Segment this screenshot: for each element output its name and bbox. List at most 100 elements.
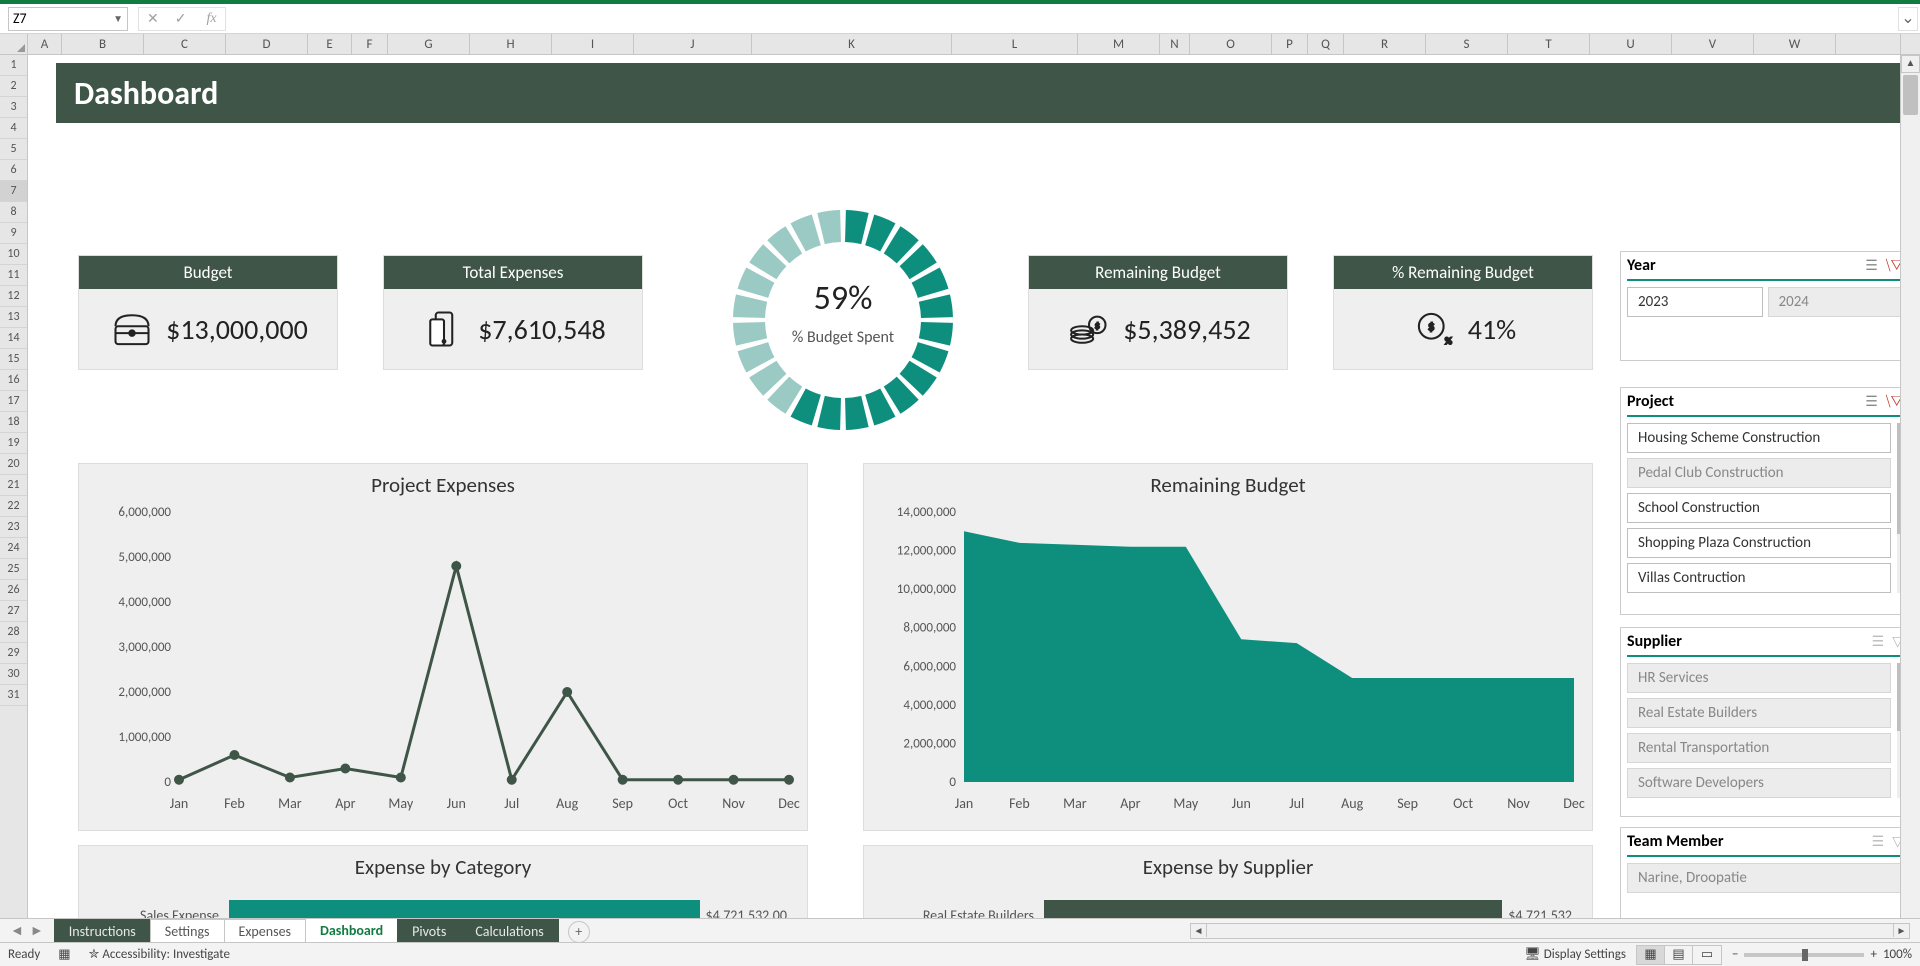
slicer-supplier[interactable]: Supplier ☰▽ HR Services Real Estate Buil… bbox=[1620, 627, 1900, 817]
row-header-27[interactable]: 27 bbox=[0, 601, 27, 622]
scroll-up-icon[interactable]: ▲ bbox=[1901, 55, 1920, 73]
formula-input[interactable] bbox=[226, 7, 1898, 31]
name-box[interactable]: Z7 ▼ bbox=[8, 7, 128, 31]
col-header-U[interactable]: U bbox=[1590, 34, 1672, 54]
macro-record-icon[interactable]: ▦ bbox=[58, 947, 70, 962]
slicer-project-item[interactable]: Pedal Club Construction bbox=[1627, 458, 1891, 488]
add-sheet-button[interactable]: + bbox=[568, 921, 590, 943]
sheet-tab-settings[interactable]: Settings bbox=[150, 919, 225, 943]
chart-project-expenses[interactable]: Project Expenses 01,000,0002,000,0003,00… bbox=[78, 463, 808, 831]
slicer-project[interactable]: Project ☰⧹▽ Housing Scheme Construction … bbox=[1620, 387, 1900, 615]
horizontal-scrollbar[interactable]: ◄ ► bbox=[1190, 923, 1910, 939]
fx-icon[interactable]: fx bbox=[206, 11, 216, 27]
sheet-tab-expenses[interactable]: Expenses bbox=[224, 919, 307, 943]
row-header-18[interactable]: 18 bbox=[0, 412, 27, 433]
confirm-icon[interactable]: ✓ bbox=[175, 10, 187, 27]
multiselect-icon[interactable]: ☰ bbox=[1865, 393, 1878, 410]
col-header-T[interactable]: T bbox=[1508, 34, 1590, 54]
col-header-K[interactable]: K bbox=[752, 34, 952, 54]
row-header-30[interactable]: 30 bbox=[0, 664, 27, 685]
scroll-right-icon[interactable]: ► bbox=[1893, 924, 1909, 937]
col-header-G[interactable]: G bbox=[388, 34, 470, 54]
clear-filter-icon[interactable]: ▽ bbox=[1892, 833, 1900, 850]
select-all-cell[interactable] bbox=[0, 34, 28, 54]
zoom-slider[interactable] bbox=[1744, 953, 1864, 957]
row-header-17[interactable]: 17 bbox=[0, 391, 27, 412]
slicer-year-item-2023[interactable]: 2023 bbox=[1627, 287, 1763, 317]
row-header-3[interactable]: 3 bbox=[0, 97, 27, 118]
page-break-view-icon[interactable]: ▭ bbox=[1693, 946, 1721, 964]
slicer-supplier-item[interactable]: Software Developers bbox=[1627, 768, 1891, 798]
col-header-Q[interactable]: Q bbox=[1308, 34, 1344, 54]
row-header-23[interactable]: 23 bbox=[0, 517, 27, 538]
sheet-nav[interactable]: ◄► bbox=[0, 922, 54, 939]
row-headers[interactable]: 1234567891011121314151617181920212223242… bbox=[0, 55, 28, 941]
col-header-A[interactable]: A bbox=[28, 34, 62, 54]
sheet-tab-pivots[interactable]: Pivots bbox=[397, 919, 461, 943]
multiselect-icon[interactable]: ☰ bbox=[1865, 257, 1878, 274]
slicer-project-item[interactable]: Shopping Plaza Construction bbox=[1627, 528, 1891, 558]
slicer-year-item-2024[interactable]: 2024 bbox=[1768, 287, 1901, 317]
row-header-2[interactable]: 2 bbox=[0, 76, 27, 97]
col-header-C[interactable]: C bbox=[144, 34, 226, 54]
slicer-supplier-item[interactable]: Real Estate Builders bbox=[1627, 698, 1891, 728]
col-header-V[interactable]: V bbox=[1672, 34, 1754, 54]
display-settings-button[interactable]: 🖥 Display Settings bbox=[1524, 947, 1626, 962]
multiselect-icon[interactable]: ☰ bbox=[1872, 833, 1885, 850]
row-header-1[interactable]: 1 bbox=[0, 55, 27, 76]
row-header-31[interactable]: 31 bbox=[0, 685, 27, 706]
slicer-team-member[interactable]: Team Member ☰▽ Narine, Droopatie bbox=[1620, 827, 1900, 921]
clear-filter-icon[interactable]: ⧹▽ bbox=[1886, 257, 1900, 274]
col-header-S[interactable]: S bbox=[1426, 34, 1508, 54]
row-header-19[interactable]: 19 bbox=[0, 433, 27, 454]
vertical-scrollbar[interactable]: ▲ ▼ bbox=[1900, 55, 1920, 941]
slicer-scrollbar[interactable] bbox=[1897, 663, 1900, 798]
clear-filter-icon[interactable]: ▽ bbox=[1892, 633, 1900, 650]
scroll-thumb[interactable] bbox=[1903, 75, 1918, 115]
slicer-supplier-item[interactable]: Rental Transportation bbox=[1627, 733, 1891, 763]
sheet-tab-instructions[interactable]: Instructions bbox=[54, 919, 151, 943]
row-header-11[interactable]: 11 bbox=[0, 265, 27, 286]
row-header-10[interactable]: 10 bbox=[0, 244, 27, 265]
slicer-supplier-item[interactable]: HR Services bbox=[1627, 663, 1891, 693]
col-header-B[interactable]: B bbox=[62, 34, 144, 54]
row-header-29[interactable]: 29 bbox=[0, 643, 27, 664]
sheet-canvas[interactable]: Dashboard Budget $13,000,000 Total Expen… bbox=[28, 55, 1900, 941]
slicer-scrollbar[interactable] bbox=[1897, 423, 1900, 593]
row-header-20[interactable]: 20 bbox=[0, 454, 27, 475]
col-header-W[interactable]: W bbox=[1754, 34, 1836, 54]
column-header-strip[interactable]: ABCDEFGHIJKLMNOPQRSTUVW bbox=[28, 34, 1900, 54]
col-header-J[interactable]: J bbox=[634, 34, 752, 54]
normal-view-icon[interactable]: ▦ bbox=[1637, 946, 1665, 964]
accessibility-status[interactable]: ✮ Accessibility: Investigate bbox=[89, 947, 230, 962]
row-header-28[interactable]: 28 bbox=[0, 622, 27, 643]
row-header-6[interactable]: 6 bbox=[0, 160, 27, 181]
row-header-13[interactable]: 13 bbox=[0, 307, 27, 328]
slicer-year[interactable]: Year ☰⧹▽ 2023 2024 bbox=[1620, 251, 1900, 361]
slicer-project-item[interactable]: School Construction bbox=[1627, 493, 1891, 523]
row-header-24[interactable]: 24 bbox=[0, 538, 27, 559]
slicer-team-item[interactable]: Narine, Droopatie bbox=[1627, 863, 1900, 893]
row-header-7[interactable]: 7 bbox=[0, 181, 27, 202]
row-header-15[interactable]: 15 bbox=[0, 349, 27, 370]
row-header-25[interactable]: 25 bbox=[0, 559, 27, 580]
name-box-dropdown-icon[interactable]: ▼ bbox=[113, 12, 123, 25]
slicer-project-item[interactable]: Villas Contruction bbox=[1627, 563, 1891, 593]
row-header-26[interactable]: 26 bbox=[0, 580, 27, 601]
row-header-12[interactable]: 12 bbox=[0, 286, 27, 307]
col-header-I[interactable]: I bbox=[552, 34, 634, 54]
row-header-22[interactable]: 22 bbox=[0, 496, 27, 517]
row-header-21[interactable]: 21 bbox=[0, 475, 27, 496]
col-header-H[interactable]: H bbox=[470, 34, 552, 54]
clear-filter-icon[interactable]: ⧹▽ bbox=[1886, 393, 1900, 410]
scroll-track[interactable] bbox=[1901, 117, 1920, 923]
sheet-tab-dashboard[interactable]: Dashboard bbox=[305, 918, 398, 944]
zoom-in-icon[interactable]: + bbox=[1870, 947, 1876, 962]
row-header-5[interactable]: 5 bbox=[0, 139, 27, 160]
zoom-out-icon[interactable]: − bbox=[1732, 947, 1738, 962]
formula-bar-expand-icon[interactable]: ⌄ bbox=[1898, 7, 1918, 31]
col-header-R[interactable]: R bbox=[1344, 34, 1426, 54]
col-header-L[interactable]: L bbox=[952, 34, 1078, 54]
zoom-control[interactable]: − + 100% bbox=[1732, 947, 1912, 962]
col-header-O[interactable]: O bbox=[1190, 34, 1272, 54]
